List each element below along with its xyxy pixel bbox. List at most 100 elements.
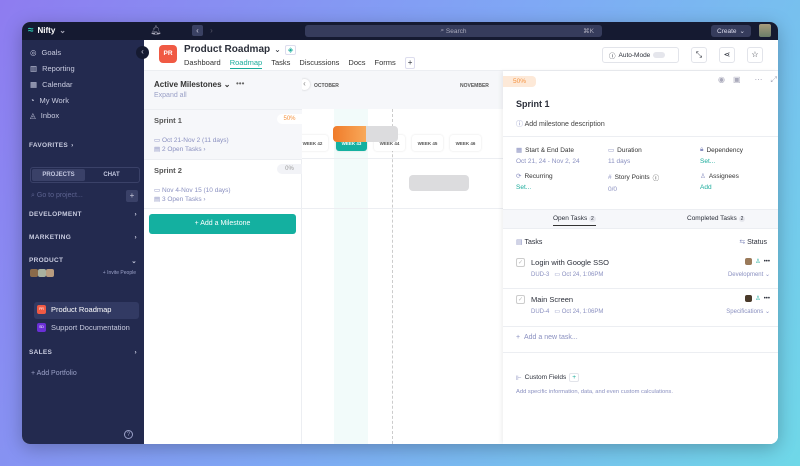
workspace-switcher[interactable]: ≈ Nifty ⌄ (28, 25, 66, 36)
auto-mode-toggle[interactable]: ⓘ Auto-Mode (602, 47, 679, 63)
chevron-right-icon: › (134, 211, 137, 218)
add-task-input[interactable]: + Add a new task... (516, 334, 578, 341)
help-icon[interactable]: ? (124, 430, 133, 439)
task-checkbox[interactable]: ✓ (516, 295, 525, 304)
field-assignees[interactable]: ♙ Assignees Add (700, 172, 776, 193)
archive-icon[interactable]: ▣ (733, 75, 741, 85)
portfolio-marketing[interactable]: MARKETING › (29, 234, 137, 241)
tab-dashboard[interactable]: Dashboard (184, 58, 221, 69)
tab-docs[interactable]: Docs (348, 58, 365, 69)
add-portfolio-button[interactable]: + Add Portfolio (31, 370, 77, 377)
portfolio-product[interactable]: PRODUCT ⌄ (29, 257, 137, 265)
star-icon[interactable]: ☆ (747, 47, 763, 63)
tab-discussions[interactable]: Discussions (299, 58, 339, 69)
create-button[interactable]: Create ⌄ (711, 25, 751, 37)
eye-icon[interactable]: ◉ (718, 75, 725, 85)
dates: Oct 21-Nov 2 (11 days) (161, 137, 229, 144)
task-checkbox[interactable]: ✓ (516, 258, 525, 267)
add-tab-button[interactable]: + (404, 57, 416, 69)
field-duration[interactable]: ▭ Duration 11 days (608, 146, 700, 166)
active-milestones-dropdown[interactable]: Active Milestones ⌄ (154, 80, 231, 89)
add-assignee-icon[interactable]: ♙ (755, 295, 760, 302)
add-custom-field-button[interactable]: + (569, 373, 580, 382)
project-badge: PR (37, 305, 46, 314)
project-item-product-roadmap[interactable]: PR Product Roadmap (37, 305, 111, 314)
pin-icon[interactable]: ◈ (284, 44, 297, 55)
sprint-1-bar[interactable] (333, 126, 398, 142)
forward-button[interactable]: › (206, 25, 217, 36)
search-input[interactable]: ⌕ Search ⌘K (305, 25, 602, 37)
tab-completed-tasks[interactable]: Completed Tasks 2 (687, 215, 746, 222)
status-sort-button[interactable]: ⇆ Status (739, 238, 767, 246)
share-icon[interactable]: ⋖ (719, 47, 735, 63)
project-search-input[interactable]: ⌕ Go to project... (31, 192, 83, 200)
bell-icon: ◬ (30, 111, 36, 120)
field-recurring[interactable]: ⟳ Recurring Set... (516, 172, 608, 193)
favorites-section[interactable]: FAVORITES › (29, 142, 137, 149)
field-start-end-date[interactable]: ▦ Start & End Date Oct 21, 24 - Nov 2, 24 (516, 146, 608, 166)
milestone-fields: ▦ Start & End Date Oct 21, 24 - Nov 2, 24 … (516, 146, 776, 193)
open-tasks-link[interactable]: ▤ 3 Open Tasks › (154, 195, 206, 203)
tab-tasks[interactable]: Tasks (271, 58, 290, 69)
custom-fields-icon: ⊩ (516, 374, 522, 382)
open-tasks-link[interactable]: ▤ 2 Open Tasks › (154, 145, 206, 153)
add-assignee-icon[interactable]: ♙ (755, 258, 760, 265)
top-bar: ≈ Nifty ⌄ 🔔︎ ‹ › ⌕ Search ⌘K Create ⌄ (22, 22, 778, 40)
milestone-row[interactable]: Sprint 2 0% ▭ Nov 4-Nov 15 (10 days) ▤ 3… (144, 159, 302, 209)
project-title[interactable]: Product Roadmap ⌄ ◈ (184, 44, 297, 55)
more-icon[interactable]: ••• (236, 79, 244, 88)
project-item-support-documentation[interactable]: SD Support Documentation (37, 323, 130, 332)
sprint-2-bar[interactable] (409, 175, 469, 191)
portfolio-sales[interactable]: SALES › (29, 349, 137, 356)
status-dropdown[interactable]: Specifications ⌄ (726, 308, 770, 315)
portfolio-development[interactable]: DEVELOPMENT › (29, 211, 137, 218)
invite-people-link[interactable]: + Invite People (103, 270, 136, 276)
sidebar: ‹ ◎ Goals ▥ Reporting ▦ Calendar ◔ My Work ◬… (22, 40, 149, 444)
field-story-points[interactable]: # Story Points ⓘ 0/0 (608, 172, 700, 194)
task-row[interactable]: ✓ Main Screen DUD-4 ▭ Oct 24, 1:06PM ♙ ••… (503, 289, 778, 327)
more-icon[interactable]: ••• (764, 259, 770, 265)
toggle-switch[interactable] (653, 52, 666, 58)
task-row[interactable]: ✓ Login with Google SSO DUD-3 ▭ Oct 24, … (503, 252, 778, 289)
week-column[interactable]: WEEK 45 (412, 135, 443, 151)
sidebar-item-goals[interactable]: ◎ Goals (30, 48, 61, 57)
week-column[interactable]: WEEK 42 (302, 135, 328, 151)
title: Product Roadmap (184, 44, 271, 55)
expand-icon[interactable]: ⤢ (771, 75, 777, 85)
add-project-button[interactable]: + (126, 190, 138, 202)
more-icon[interactable]: ••• (764, 296, 770, 302)
tab-roadmap[interactable]: Roadmap (229, 58, 263, 69)
tab-projects[interactable]: PROJECTS (32, 169, 85, 181)
expand-all-link[interactable]: Expand all (154, 92, 187, 99)
status-dropdown[interactable]: Development ⌄ (728, 271, 770, 278)
chevron-down-icon: ⌄ (59, 26, 66, 35)
label: Auto-Mode (618, 51, 651, 59)
task-date: Oct 24, 1:06PM (561, 309, 604, 315)
more-icon[interactable]: ⋯ (755, 75, 763, 85)
collapse-sidebar-button[interactable]: ‹ (136, 46, 149, 59)
status: Specifications (726, 309, 764, 315)
value: Set... (516, 184, 532, 191)
tab-forms[interactable]: Forms (375, 58, 396, 69)
tab-open-tasks[interactable]: Open Tasks 2 (553, 215, 596, 226)
add-milestone-button[interactable]: + Add a Milestone (149, 214, 296, 234)
milestone-row[interactable]: Sprint 1 50% ▭ Oct 21-Nov 2 (11 days) ▤ … (144, 109, 302, 159)
sidebar-item-inbox[interactable]: ◬ Inbox (30, 111, 59, 120)
sort-icon: ⇆ (739, 239, 746, 246)
field-dependency[interactable]: 🔒︎ Dependency Set... (700, 146, 776, 165)
sidebar-item-reporting[interactable]: ▥ Reporting (30, 64, 75, 73)
bell-icon[interactable]: 🔔︎ (150, 25, 161, 36)
sprint-1-progress (333, 126, 366, 142)
add-description-button[interactable]: ⓘ Add milestone description (516, 119, 605, 129)
user-avatar[interactable] (759, 24, 771, 37)
label: Recurring (524, 172, 553, 180)
sidebar-item-my-work[interactable]: ◔ My Work (30, 96, 69, 105)
milestone-title[interactable]: Sprint 1 (516, 99, 550, 109)
sidebar-item-calendar[interactable]: ▦ Calendar (30, 80, 73, 89)
week-column[interactable]: WEEK 46 (450, 135, 481, 151)
collapse-icon[interactable]: ⤡ (691, 47, 707, 63)
assignee-avatar[interactable] (745, 295, 753, 302)
tab-chat[interactable]: CHAT (85, 169, 138, 181)
back-button[interactable]: ‹ (192, 25, 203, 36)
assignee-avatar[interactable] (745, 258, 753, 265)
